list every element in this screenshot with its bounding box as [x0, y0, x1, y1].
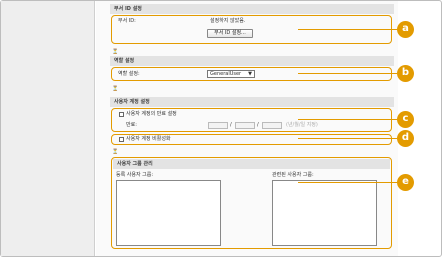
callout-leader-c — [298, 119, 397, 120]
date-format-hint: (년/월/일 지정) — [286, 122, 318, 128]
callout-badge-e: e — [397, 174, 414, 191]
department-id-value: 설정하지 않았음. — [210, 18, 246, 24]
registered-groups-list[interactable] — [116, 180, 221, 246]
disable-account-label: 사용자 계정 비활성화 — [126, 136, 171, 142]
related-groups-list[interactable] — [272, 180, 377, 246]
callout-badge-a: a — [397, 21, 414, 38]
sidebar — [1, 1, 95, 256]
account-section-title: 사용자 계정 설정 — [110, 97, 394, 107]
related-groups-label: 관련된 사용자 그룹: — [272, 172, 314, 178]
role-section-title: 역할 설정 — [110, 56, 394, 66]
user-groups-section-title: 사용자 그룹 관리 — [113, 159, 390, 169]
set-department-id-button[interactable]: 부서 ID 설정... — [207, 29, 253, 38]
disable-account-checkbox[interactable] — [119, 137, 124, 142]
account-expiry-label: 사용자 계정의 만료 설정 — [126, 111, 177, 117]
callout-leader-b — [298, 73, 397, 74]
callout-badge-c: c — [397, 111, 414, 128]
callout-badge-b: b — [397, 65, 414, 82]
department-id-section-title: 부서 ID 설정 — [110, 4, 394, 14]
department-id-label: 부서 ID: — [118, 18, 136, 24]
callout-leader-e — [298, 182, 397, 183]
role-selected-value: GeneralUser — [210, 71, 242, 77]
hourglass-icon: ⏳ — [112, 149, 119, 155]
account-expiry-checkbox[interactable] — [119, 112, 124, 117]
settings-panel: 부서 ID 설정 부서 ID: 설정하지 않았음. 부서 ID 설정... ⏳ … — [96, 1, 398, 256]
registered-groups-label: 등록 사용자 그룹: — [116, 172, 154, 178]
expiry-month-field[interactable] — [235, 122, 255, 129]
chevron-down-icon: ▼ — [248, 71, 252, 77]
expiry-day-field[interactable] — [262, 122, 282, 129]
callout-leader-d — [298, 138, 397, 139]
expiry-year-field[interactable] — [208, 122, 228, 129]
callout-leader-a — [298, 29, 397, 30]
callout-badge-d: d — [397, 130, 414, 147]
hourglass-icon: ⏳ — [112, 86, 119, 92]
date-separator: / — [257, 122, 259, 128]
hourglass-icon: ⏳ — [112, 49, 119, 55]
role-label: 역할 설정: — [118, 71, 140, 77]
expiry-date-label: 만료: — [126, 122, 137, 128]
date-separator: / — [230, 122, 232, 128]
role-select[interactable]: GeneralUser ▼ — [207, 70, 255, 78]
